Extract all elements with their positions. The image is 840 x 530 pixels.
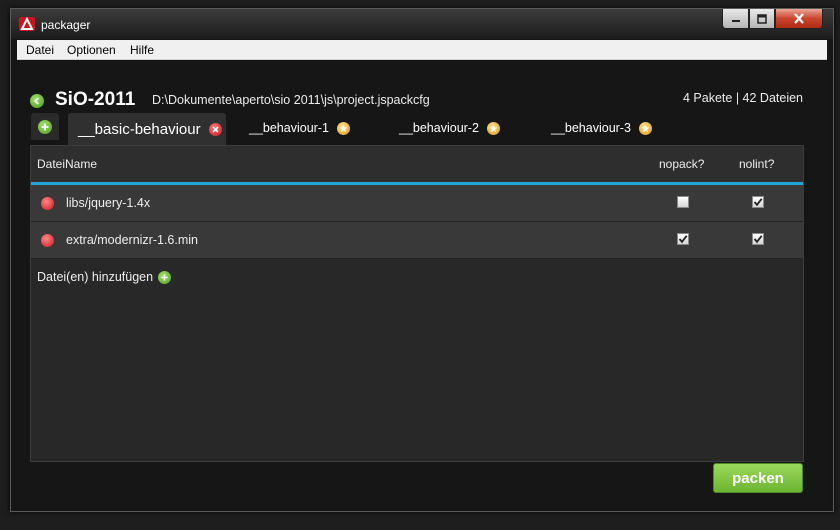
table-header: DateiName nopack? nolint?: [31, 146, 803, 185]
pack-button[interactable]: packen: [713, 463, 803, 493]
add-files-label: Datei(en) hinzufügen: [37, 270, 154, 284]
menu-optionen[interactable]: Optionen: [67, 43, 116, 57]
title-bar[interactable]: packager: [11, 9, 833, 39]
table-row[interactable]: libs/jquery-1.4x: [31, 185, 803, 222]
table-row[interactable]: extra/modernizr-1.6.min: [31, 222, 803, 259]
nopack-checkbox[interactable]: [677, 233, 689, 245]
menu-bar: Datei Optionen Hilfe: [17, 40, 827, 60]
add-package-button[interactable]: [31, 113, 59, 140]
column-header-nopack[interactable]: nopack?: [659, 157, 704, 171]
tab-behaviour-1[interactable]: __behaviour-1: [249, 113, 350, 143]
close-icon[interactable]: [208, 122, 222, 136]
checkmark-icon: [753, 198, 763, 207]
file-name: extra/modernizr-1.6.min: [66, 233, 198, 247]
maximize-button[interactable]: [749, 9, 775, 29]
remove-file-icon[interactable]: [41, 197, 54, 210]
window-controls: [722, 9, 823, 29]
nopack-checkbox[interactable]: [677, 196, 689, 208]
add-files-link[interactable]: Datei(en) hinzufügen: [37, 270, 172, 284]
star-icon: [486, 121, 500, 135]
close-window-button[interactable]: [775, 9, 823, 29]
tab-basic-behaviour[interactable]: __basic-behaviour: [68, 113, 226, 145]
minimize-button[interactable]: [722, 9, 749, 29]
menu-hilfe[interactable]: Hilfe: [130, 43, 154, 57]
window-title: packager: [41, 18, 91, 32]
star-icon: [336, 121, 350, 135]
checkmark-icon: [753, 235, 763, 244]
nolint-checkbox[interactable]: [752, 196, 764, 208]
column-header-filename[interactable]: DateiName: [37, 157, 97, 171]
app-window: packager Datei Optionen Hilfe SiO-2011 D…: [10, 8, 834, 512]
plus-icon: [158, 270, 172, 284]
project-stats: 4 Pakete | 42 Dateien: [683, 91, 803, 105]
project-path: D:\Dokumente\aperto\sio 2011\js\project.…: [152, 93, 430, 107]
project-name: SiO-2011: [55, 89, 136, 110]
tab-label: __basic-behaviour: [78, 120, 201, 138]
close-icon: [794, 13, 804, 24]
tab-behaviour-2[interactable]: __behaviour-2: [399, 113, 500, 143]
files-panel: DateiName nopack? nolint? libs/jquery-1.…: [30, 145, 804, 462]
menu-datei[interactable]: Datei: [26, 43, 54, 57]
tab-behaviour-3[interactable]: __behaviour-3: [551, 113, 652, 143]
maximize-icon: [757, 13, 767, 24]
column-header-nolint[interactable]: nolint?: [739, 157, 774, 171]
plus-icon: [38, 119, 52, 134]
file-name: libs/jquery-1.4x: [66, 196, 151, 210]
checkmark-icon: [678, 235, 688, 244]
minimize-icon: [731, 19, 740, 22]
remove-file-icon[interactable]: [41, 234, 54, 247]
tab-label: __behaviour-2: [399, 121, 479, 135]
back-icon[interactable]: [30, 94, 44, 108]
nolint-checkbox[interactable]: [752, 233, 764, 245]
tab-label: __behaviour-1: [249, 121, 329, 135]
app-icon: [19, 17, 35, 31]
main-content: SiO-2011 D:\Dokumente\aperto\sio 2011\js…: [17, 60, 827, 507]
star-icon: [638, 121, 652, 135]
tab-label: __behaviour-3: [551, 121, 631, 135]
